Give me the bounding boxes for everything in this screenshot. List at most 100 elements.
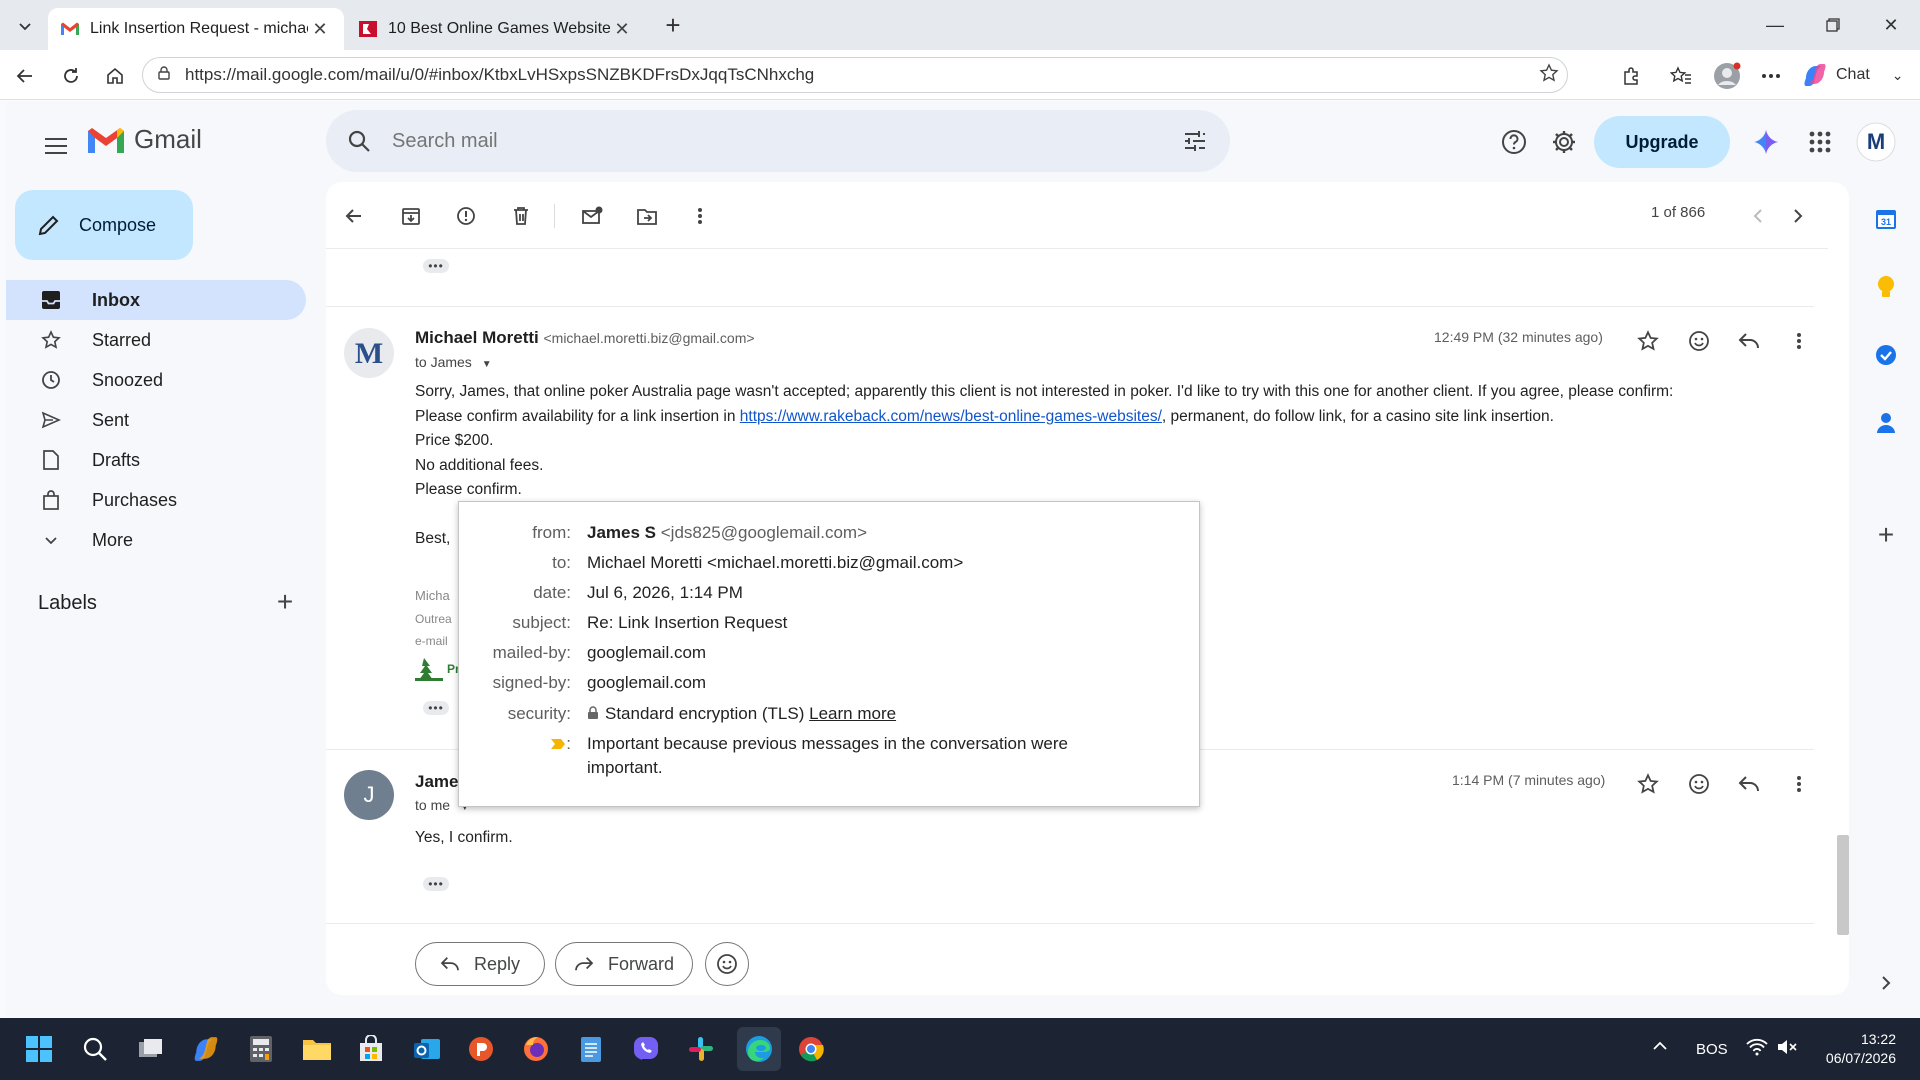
older-button[interactable] [1782,200,1814,232]
back-button[interactable] [10,61,40,91]
contacts-icon[interactable] [1871,408,1901,438]
search-icon[interactable] [326,129,392,153]
sender-name[interactable]: Jame [415,772,458,791]
google-apps-icon[interactable] [1798,120,1842,164]
start-button[interactable] [20,1030,58,1068]
more-vert-icon[interactable] [1784,326,1814,356]
account-avatar[interactable]: M [1854,120,1898,164]
edge-icon[interactable] [737,1027,781,1071]
file-explorer-icon[interactable] [298,1030,336,1068]
search-options-icon[interactable] [1160,130,1230,152]
reply-icon[interactable] [1734,326,1764,356]
tasks-icon[interactable] [1871,340,1901,370]
calendar-icon[interactable]: 31 [1871,204,1901,234]
calculator-icon[interactable] [242,1030,280,1068]
move-to-button[interactable] [631,200,663,232]
profile-avatar-icon[interactable] [1712,61,1742,91]
more-actions-button[interactable] [684,200,716,232]
restore-button[interactable] [1810,8,1856,42]
learn-more-link[interactable]: Learn more [809,704,896,723]
newer-button[interactable] [1742,200,1774,232]
expand-side-panel-icon[interactable] [1871,968,1901,998]
mark-unread-button[interactable] [576,200,608,232]
notepad-icon[interactable] [572,1030,610,1068]
report-spam-button[interactable] [450,200,482,232]
nav-item-starred[interactable]: Starred [6,320,306,360]
copilot-chat-button[interactable]: Chat ⌄ [1802,58,1918,92]
wifi-icon[interactable] [1746,1038,1768,1060]
back-to-inbox-button[interactable] [338,200,370,232]
move-to-folder-icon [637,209,657,225]
delete-button[interactable] [505,200,537,232]
reply-icon[interactable] [1734,769,1764,799]
recipient-details-toggle[interactable]: to James ▼ [415,354,492,370]
close-tab-icon[interactable]: ✕ [610,19,634,40]
close-window-button[interactable]: ✕ [1868,8,1914,42]
forward-button[interactable]: Forward [555,942,693,986]
task-view-icon[interactable] [132,1030,170,1068]
extensions-icon[interactable] [1616,61,1646,91]
microsoft-store-icon[interactable] [352,1030,390,1068]
site-info-icon[interactable] [149,65,179,86]
nav-item-sent[interactable]: Sent [6,400,306,440]
gmail-logo[interactable]: Gmail [86,124,202,155]
outlook-icon[interactable] [408,1030,446,1068]
firefox-icon[interactable] [517,1030,555,1068]
home-button[interactable] [100,61,130,91]
show-trimmed-content-button[interactable]: ••• [423,701,449,715]
get-addons-button[interactable]: + [1871,519,1901,550]
copilot-icon[interactable] [187,1030,225,1068]
search-bar[interactable] [326,110,1230,172]
more-vert-icon[interactable] [1784,769,1814,799]
browser-tab-gmail[interactable]: Link Insertion Request - michael.m ✕ [48,8,344,50]
volume-muted-icon[interactable] [1776,1038,1798,1060]
sender-avatar[interactable]: M [344,328,394,378]
help-icon[interactable] [1492,120,1536,164]
address-bar[interactable]: https://mail.google.com/mail/u/0/#inbox/… [142,57,1568,93]
keep-icon[interactable] [1871,272,1901,302]
new-tab-button[interactable]: + [658,12,688,40]
archive-button[interactable] [395,200,427,232]
more-options-icon[interactable] [1756,61,1786,91]
message-time: 1:14 PM (7 minutes ago) [1452,772,1606,788]
favorite-star-icon[interactable] [1531,62,1567,88]
star-message-icon[interactable] [1633,769,1663,799]
compose-button[interactable]: Compose [15,190,193,260]
nav-item-inbox[interactable]: Inbox [6,280,306,320]
add-reaction-icon[interactable] [1684,769,1714,799]
search-icon[interactable] [76,1030,114,1068]
add-reaction-icon[interactable] [1684,326,1714,356]
show-trimmed-content-button[interactable]: ••• [423,877,449,891]
scrollbar-thumb[interactable] [1837,835,1849,935]
browser-tab-rakeback[interactable]: 10 Best Online Games Websites ✕ [346,8,646,50]
create-label-button[interactable]: + [270,586,300,618]
chrome-icon[interactable] [792,1030,830,1068]
show-hidden-icons[interactable] [1652,1038,1668,1055]
main-menu-button[interactable] [36,126,76,166]
sender-name[interactable]: Michael Moretti [415,328,539,347]
upgrade-button[interactable]: Upgrade [1594,116,1730,168]
show-trimmed-content-button[interactable]: ••• [423,259,449,273]
reload-button[interactable] [56,61,86,91]
search-input[interactable] [392,129,1160,153]
nav-item-snoozed[interactable]: Snoozed [6,360,306,400]
favorites-icon[interactable] [1666,61,1696,91]
sender-avatar[interactable]: J [344,770,394,820]
input-language[interactable]: BOS [1696,1041,1728,1058]
nav-item-more[interactable]: More [6,520,306,560]
gemini-icon[interactable] [1744,120,1788,164]
close-tab-icon[interactable]: ✕ [308,19,332,40]
emoji-reaction-button[interactable] [705,942,749,986]
reply-button[interactable]: Reply [415,942,545,986]
settings-gear-icon[interactable] [1542,120,1586,164]
star-message-icon[interactable] [1633,326,1663,356]
nav-item-purchases[interactable]: Purchases [6,480,306,520]
tab-search-button[interactable] [10,13,40,39]
slack-icon[interactable] [682,1030,720,1068]
app-icon-orange[interactable] [462,1030,500,1068]
nav-item-drafts[interactable]: Drafts [6,440,306,480]
viber-icon[interactable] [627,1030,665,1068]
minimize-button[interactable]: — [1752,8,1798,42]
rakeback-link[interactable]: https://www.rakeback.com/news/best-onlin… [740,408,1162,425]
clock[interactable]: 13:22 06/07/2026 [1822,1030,1896,1068]
